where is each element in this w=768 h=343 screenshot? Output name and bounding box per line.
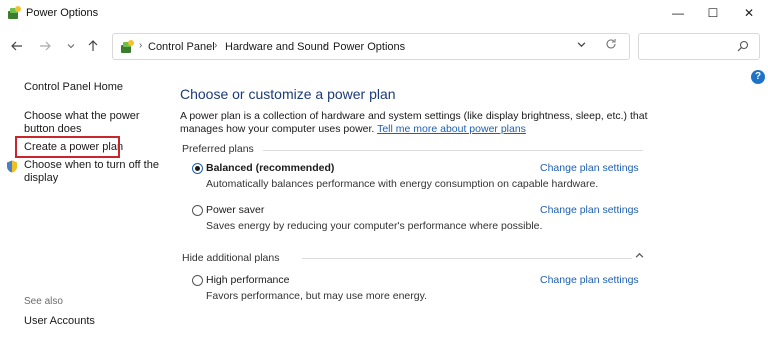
address-bar[interactable]: › Control Panel › Hardware and Sound › P…	[112, 33, 630, 60]
plan-name[interactable]: High performance	[206, 274, 289, 286]
title-bar: Power Options — ☐ ✕	[0, 0, 768, 26]
change-plan-settings-link[interactable]: Change plan settings	[540, 274, 639, 286]
change-plan-settings-link[interactable]: Change plan settings	[540, 162, 639, 174]
minimize-button[interactable]: —	[660, 0, 696, 26]
preferred-plans-label: Preferred plans	[182, 143, 254, 155]
control-panel-icon	[121, 40, 134, 53]
plan-high-performance: High performance Favors performance, but…	[192, 274, 732, 308]
breadcrumb-separator: ›	[323, 40, 327, 51]
chevron-down-icon	[577, 42, 586, 48]
search-input[interactable]	[638, 33, 760, 60]
breadcrumb-separator: ›	[214, 40, 218, 51]
arrow-up-icon	[88, 40, 98, 51]
navigation-bar: › Control Panel › Hardware and Sound › P…	[0, 28, 768, 64]
power-options-icon	[8, 6, 21, 19]
breadcrumb-control-panel[interactable]: Control Panel	[148, 41, 215, 53]
plan-balanced: Balanced (recommended) Automatically bal…	[192, 162, 732, 196]
plan-name[interactable]: Balanced (recommended)	[206, 162, 334, 174]
breadcrumb-power-options[interactable]: Power Options	[333, 41, 405, 53]
up-button[interactable]	[84, 37, 102, 55]
plan-name[interactable]: Power saver	[206, 204, 264, 216]
refresh-button[interactable]	[605, 38, 617, 53]
sidebar-item-turn-off-display[interactable]: Choose when to turn off the display	[24, 159, 164, 185]
chevron-up-icon	[635, 252, 644, 258]
close-button[interactable]: ✕	[731, 0, 767, 26]
plan-power-saver: Power saver Saves energy by reducing you…	[192, 204, 732, 238]
recent-locations-button[interactable]	[62, 37, 80, 55]
sidebar-item-user-accounts[interactable]: User Accounts	[24, 315, 95, 327]
search-icon	[737, 40, 749, 52]
page-title: Choose or customize a power plan	[180, 86, 396, 102]
window-title: Power Options	[26, 7, 99, 19]
address-dropdown-button[interactable]	[577, 40, 586, 51]
divider	[302, 258, 632, 259]
radio-high-performance[interactable]	[192, 275, 203, 286]
help-icon[interactable]: ?	[751, 70, 765, 84]
refresh-icon	[606, 39, 616, 49]
intro-text: A power plan is a collection of hardware…	[180, 110, 650, 136]
sidebar-item-power-button[interactable]: Choose what the power button does	[24, 110, 164, 136]
learn-more-link[interactable]: Tell me more about power plans	[377, 123, 526, 135]
hide-additional-plans-toggle[interactable]: Hide additional plans	[182, 252, 279, 264]
arrow-right-icon	[40, 41, 51, 51]
breadcrumb-hardware-and-sound[interactable]: Hardware and Sound	[225, 41, 329, 53]
plan-description: Saves energy by reducing your computer's…	[206, 220, 543, 232]
shield-icon	[7, 160, 17, 173]
divider	[263, 150, 643, 151]
plan-description: Automatically balances performance with …	[206, 178, 599, 190]
see-also-label: See also	[24, 296, 63, 307]
change-plan-settings-link[interactable]: Change plan settings	[540, 204, 639, 216]
forward-button[interactable]	[36, 37, 54, 55]
radio-power-saver[interactable]	[192, 205, 203, 216]
maximize-button[interactable]: ☐	[695, 0, 731, 26]
collapse-button[interactable]	[635, 251, 644, 262]
sidebar-item-control-panel-home[interactable]: Control Panel Home	[24, 81, 164, 94]
radio-balanced[interactable]	[192, 163, 203, 174]
plan-description: Favors performance, but may use more ene…	[206, 290, 427, 302]
highlight-box	[15, 136, 120, 158]
chevron-down-icon	[67, 44, 75, 49]
arrow-left-icon	[11, 41, 22, 51]
breadcrumb-separator: ›	[139, 40, 143, 51]
back-button[interactable]	[8, 37, 26, 55]
